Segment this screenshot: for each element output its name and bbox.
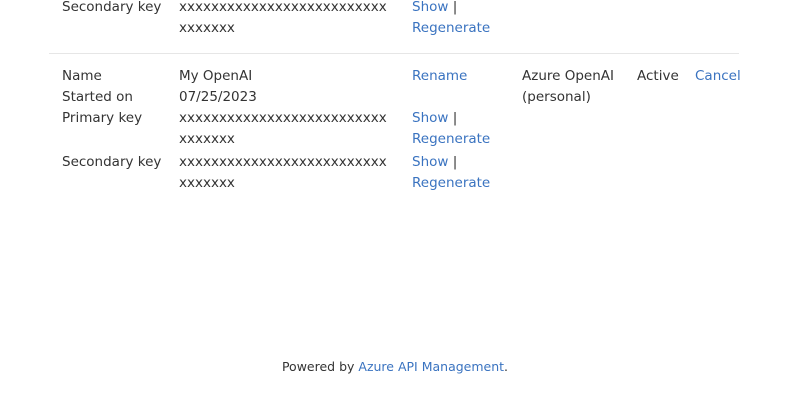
action-separator: | [452,154,458,170]
subscription-name-value: My OpenAI [179,68,253,84]
secondary-key-actions: Show | Regenerate [412,152,512,194]
regenerate-secondary-key-link[interactable]: Regenerate [412,20,490,36]
product-name: Azure OpenAI (personal) [522,68,615,105]
footer-prefix: Powered by [281,359,359,374]
show-primary-key-link[interactable]: Show [412,110,448,126]
regenerate-primary-key-link[interactable]: Regenerate [412,131,490,147]
regenerate-secondary-key-link[interactable]: Regenerate [412,175,490,191]
started-on-value: 07/25/2023 [179,89,257,105]
subscription-state: Active [637,68,679,84]
show-secondary-key-link[interactable]: Show [412,154,448,170]
subscription-divider [49,53,739,54]
footer: Powered by Azure API Management. [0,356,790,377]
footer-suffix: . [504,359,509,374]
show-secondary-key-link[interactable]: Show [412,0,448,15]
primary-key-value: xxxxxxxxxxxxxxxxxxxxxxxxxxxxxxxxx [179,110,387,147]
started-on-label: Started on [62,89,133,105]
secondary-key-value: xxxxxxxxxxxxxxxxxxxxxxxxxxxxxxxxx [179,154,387,191]
rename-link[interactable]: Rename [412,68,467,84]
name-label: Name [62,68,102,84]
cancel-subscription-link[interactable]: Cancel [695,68,741,84]
action-separator: | [452,0,458,15]
secondary-key-label: Secondary key [62,0,162,15]
secondary-key-value: xxxxxxxxxxxxxxxxxxxxxxxxxxxxxxxxx [179,0,387,36]
action-separator: | [452,110,458,126]
secondary-key-label: Secondary key [62,154,162,170]
primary-key-actions: Show | Regenerate [412,108,512,150]
secondary-key-actions: Show | Regenerate [412,0,512,39]
primary-key-label: Primary key [62,110,143,126]
azure-api-management-link[interactable]: Azure API Management [358,359,504,374]
